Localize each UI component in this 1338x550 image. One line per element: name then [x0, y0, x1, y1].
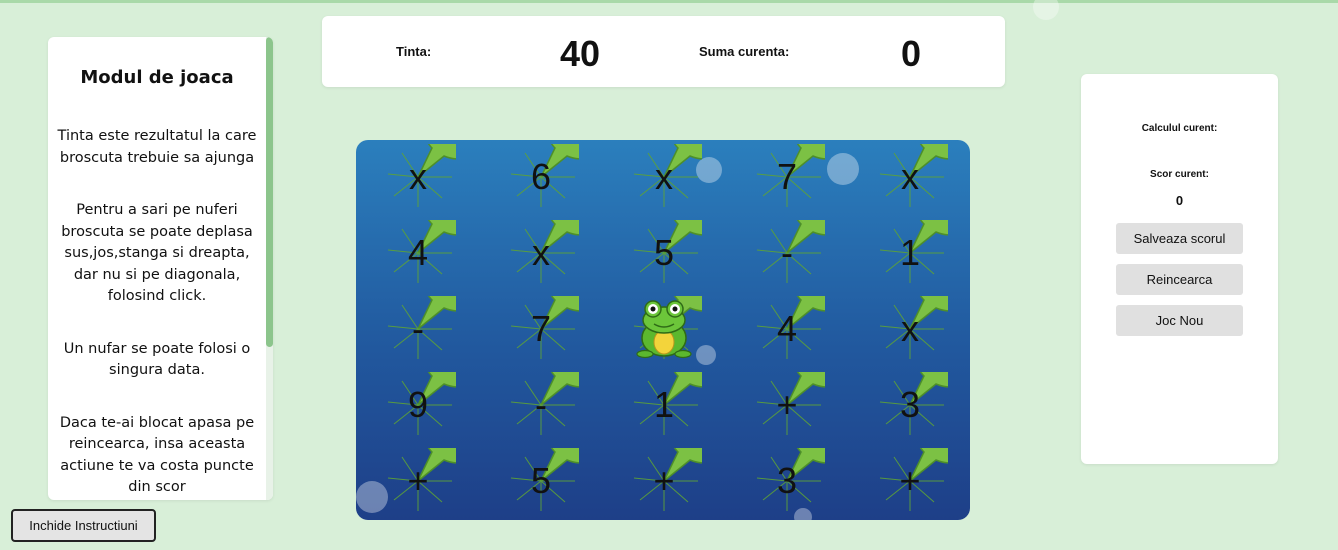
- close-instructions-button[interactable]: Inchide Instructiuni: [11, 509, 156, 542]
- decorative-bubble: [1033, 0, 1059, 20]
- save-score-button[interactable]: Salveaza scorul: [1116, 223, 1243, 254]
- lily-pad[interactable]: 3: [872, 372, 948, 438]
- current-sum-label: Suma curenta:: [699, 44, 790, 59]
- lily-pad[interactable]: +: [749, 372, 825, 438]
- top-border: [0, 0, 1338, 3]
- lily-pad[interactable]: 5: [503, 448, 579, 514]
- current-calculation-label: Calculul curent:: [1141, 123, 1218, 134]
- lily-pad-symbol: x: [532, 232, 550, 273]
- game-board: x 6 x 7 x 4 x 5 - 1 - 7 4 x 9 - 1 +3 +5 +3 +: [356, 140, 970, 520]
- lily-pad[interactable]: 6: [503, 144, 579, 210]
- instruction-paragraph: Tinta este rezultatul la care broscuta t…: [57, 128, 257, 166]
- lily-pad[interactable]: x: [872, 144, 948, 210]
- target-value: 40: [559, 33, 601, 74]
- lily-pad[interactable]: +: [872, 448, 948, 514]
- scrollbar-thumb[interactable]: [266, 37, 273, 347]
- lily-pad-symbol: x: [409, 156, 427, 197]
- lily-pad[interactable]: 7: [503, 296, 579, 362]
- instructions-title: Modul de joaca: [80, 67, 234, 88]
- lily-pad-symbol: 1: [899, 232, 921, 273]
- current-score-value: 0: [1175, 193, 1184, 208]
- lily-pad-symbol: 3: [776, 460, 798, 501]
- lily-pad[interactable]: -: [380, 296, 456, 362]
- lily-pad-symbol: x: [901, 308, 919, 349]
- lily-pad[interactable]: x: [380, 144, 456, 210]
- lily-pad[interactable]: x: [503, 220, 579, 286]
- frog-icon: [636, 300, 692, 359]
- instructions-panel: Modul de joaca Tinta este rezultatul la …: [48, 37, 273, 500]
- lily-pad-symbol: 5: [530, 460, 552, 501]
- lily-pad-symbol: 4: [407, 232, 429, 273]
- new-game-button[interactable]: Joc Nou: [1116, 305, 1243, 336]
- lily-pad[interactable]: 9: [380, 372, 456, 438]
- lily-pad[interactable]: x: [872, 296, 948, 362]
- score-panel: Calculul curent: Scor curent: 0 Salveaza…: [1081, 74, 1278, 464]
- lily-pad[interactable]: 4: [749, 296, 825, 362]
- lily-pad[interactable]: 5: [626, 220, 702, 286]
- instruction-paragraph: Pentru a sari pe nuferi broscuta se poat…: [61, 202, 253, 304]
- lily-pad-symbol: +: [653, 460, 675, 501]
- lily-pad-symbol: x: [655, 156, 673, 197]
- lily-pad[interactable]: 7: [749, 144, 825, 210]
- lily-pad[interactable]: +: [626, 448, 702, 514]
- lily-pad-symbol: 6: [530, 156, 552, 197]
- lily-pad[interactable]: -: [749, 220, 825, 286]
- retry-button[interactable]: Reincearca: [1116, 264, 1243, 295]
- lily-pad-symbol: x: [901, 156, 919, 197]
- lily-pad-symbol: 7: [530, 308, 552, 349]
- lily-pad[interactable]: x: [626, 144, 702, 210]
- game-header: Tinta: 40 Suma curenta: 0: [322, 16, 1005, 87]
- lily-pad-symbol: 5: [653, 232, 675, 273]
- lily-pad-symbol: -: [535, 384, 547, 425]
- lily-pad[interactable]: +: [380, 448, 456, 514]
- lily-pad[interactable]: 3: [749, 448, 825, 514]
- lily-pad-symbol: -: [781, 232, 793, 273]
- lily-pad[interactable]: 1: [872, 220, 948, 286]
- lily-pad-symbol: -: [412, 308, 424, 349]
- lily-pad-symbol: 3: [899, 384, 921, 425]
- current-score-label: Scor curent:: [1150, 169, 1209, 180]
- lily-pad[interactable]: 4: [380, 220, 456, 286]
- lily-pad-symbol: +: [407, 460, 429, 501]
- lily-pad-symbol: +: [899, 460, 921, 501]
- lily-pad-symbol: 9: [407, 384, 429, 425]
- current-sum-value: 0: [900, 33, 922, 74]
- lily-pad-symbol: 1: [653, 384, 675, 425]
- decorative-bubble: [827, 153, 859, 185]
- instruction-paragraph: Daca te-ai blocat apasa pe reincearca, i…: [59, 414, 255, 496]
- target-label: Tinta:: [396, 44, 432, 59]
- lily-pad-symbol: 4: [776, 308, 798, 349]
- lily-pad-symbol: +: [776, 384, 798, 425]
- instruction-paragraph: Un nufar se poate folosi o singura data.: [63, 340, 251, 379]
- instructions-scrollbar[interactable]: [266, 37, 273, 500]
- lily-pad-frog[interactable]: [626, 296, 702, 362]
- lily-pad-symbol: 7: [776, 156, 798, 197]
- lily-pad[interactable]: -: [503, 372, 579, 438]
- lily-pad[interactable]: 1: [626, 372, 702, 438]
